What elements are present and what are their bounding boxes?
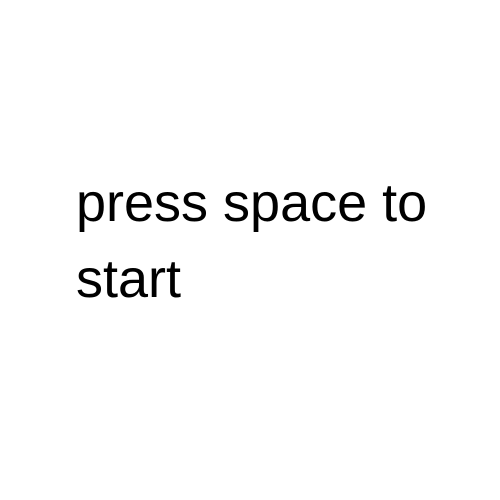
game-start-screen[interactable]: press space to start xyxy=(0,0,500,500)
start-prompt-text: press space to start xyxy=(76,173,428,309)
